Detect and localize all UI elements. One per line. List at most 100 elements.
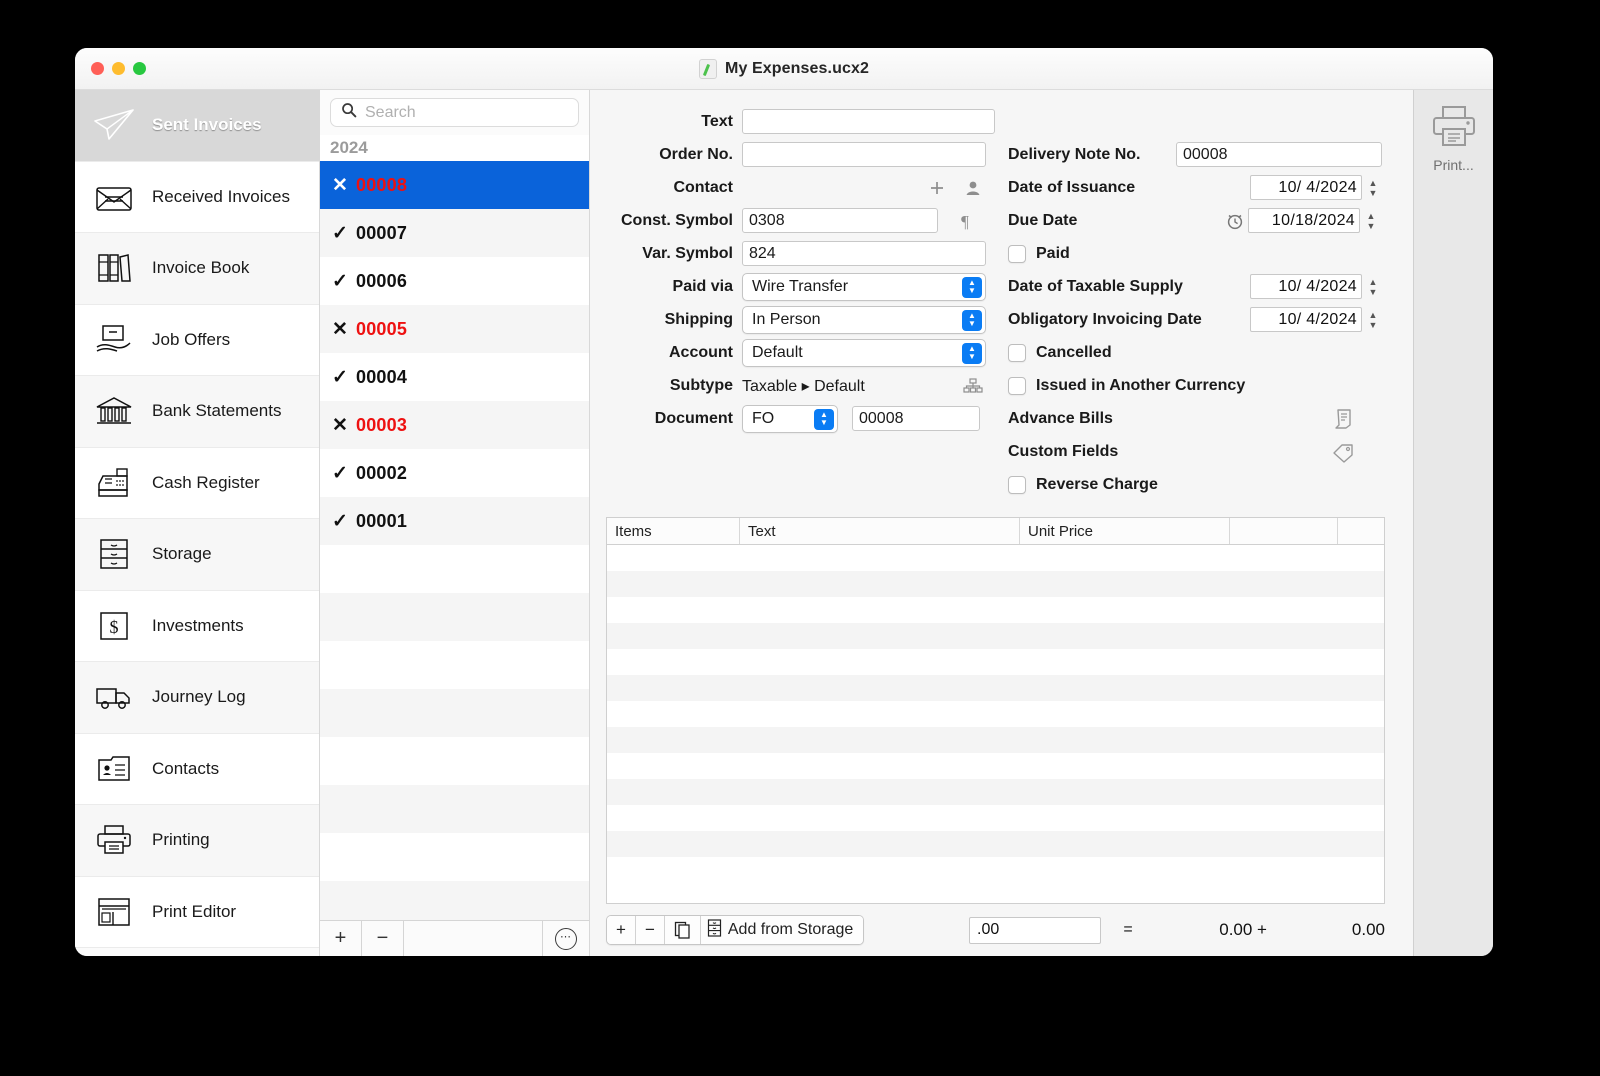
paid-checkbox[interactable] bbox=[1008, 244, 1026, 263]
document-type-select[interactable]: FO ▲ ▼ bbox=[742, 404, 838, 433]
reverse-charge-checkbox[interactable] bbox=[1008, 475, 1026, 494]
add-from-storage-button[interactable]: Add from Storage bbox=[700, 916, 864, 944]
sidebar-item-label: Investments bbox=[152, 615, 244, 635]
list-item[interactable]: ✓ 00006 bbox=[320, 257, 589, 305]
list-empty-row bbox=[320, 545, 589, 593]
minimize-button[interactable] bbox=[112, 62, 125, 75]
order-no-input[interactable] bbox=[742, 142, 986, 167]
delivery-note-input[interactable]: 00008 bbox=[1176, 142, 1382, 167]
contact-label: Contact bbox=[673, 178, 733, 196]
field-row-document: Document FO ▲ ▼ 00008 bbox=[602, 402, 995, 435]
sidebar-item-storage[interactable]: Storage bbox=[75, 519, 319, 591]
checkbox-row-paid[interactable]: Paid bbox=[1000, 237, 1413, 270]
order-no-label: Order No. bbox=[659, 145, 733, 163]
checkbox-row-another-currency[interactable]: Issued in Another Currency bbox=[1000, 369, 1413, 402]
sidebar-item-investments[interactable]: $ Investments bbox=[75, 590, 319, 662]
duplicate-item-button[interactable] bbox=[664, 916, 701, 944]
sidebar-item-cash-register[interactable]: Cash Register bbox=[75, 447, 319, 519]
sidebar-item-label: Job Offers bbox=[152, 329, 231, 349]
sidebar-item-invoice-book[interactable]: Invoice Book bbox=[75, 233, 319, 305]
taxable-supply-input[interactable]: 10/ 4/2024 bbox=[1250, 274, 1362, 299]
items-empty-row bbox=[607, 779, 1384, 805]
field-row-due-date: Due Date 10/18/2024 ▲ ▼ bbox=[1000, 204, 1413, 237]
another-currency-label: Issued in Another Currency bbox=[1036, 376, 1246, 394]
column-header-text[interactable]: Text bbox=[740, 518, 1020, 544]
form-left-column: Text Order No. Contact Const. Symbol 030… bbox=[590, 105, 995, 501]
list-item[interactable]: ✓ 00002 bbox=[320, 449, 589, 497]
tag-icon[interactable] bbox=[1330, 441, 1356, 463]
field-row-var-symbol: Var. Symbol 824 bbox=[602, 237, 995, 270]
drawers-icon bbox=[92, 537, 136, 571]
person-icon[interactable] bbox=[960, 179, 986, 197]
invoice-list[interactable]: 2024 ✕ 00008 ✓ 00007 ✓ 00006 ✕ 00005 ✓ 0… bbox=[320, 135, 589, 920]
checkbox-row-reverse-charge[interactable]: Reverse Charge bbox=[1000, 468, 1413, 501]
text-input[interactable] bbox=[742, 109, 995, 134]
list-empty-row bbox=[320, 833, 589, 881]
sidebar-item-contacts[interactable]: Contacts bbox=[75, 733, 319, 805]
sidebar-item-printing[interactable]: Printing bbox=[75, 805, 319, 877]
column-header-5[interactable] bbox=[1338, 518, 1384, 544]
column-header-unit-price[interactable]: Unit Price bbox=[1020, 518, 1230, 544]
another-currency-checkbox[interactable] bbox=[1008, 376, 1026, 395]
delivery-note-label: Delivery Note No. bbox=[1008, 145, 1141, 163]
list-item[interactable]: ✓ 00004 bbox=[320, 353, 589, 401]
items-empty-row bbox=[607, 701, 1384, 727]
field-row-shipping: Shipping In Person ▲ ▼ bbox=[602, 303, 995, 336]
more-options-button[interactable]: ⋯ bbox=[543, 921, 589, 956]
status-mark: ✕ bbox=[332, 414, 348, 436]
items-table[interactable]: Items Text Unit Price bbox=[606, 517, 1385, 904]
chevron-updown-icon: ▲ ▼ bbox=[962, 309, 982, 331]
remove-item-button[interactable]: − bbox=[635, 916, 665, 944]
close-button[interactable] bbox=[91, 62, 104, 75]
due-date-input[interactable]: 10/18/2024 bbox=[1248, 208, 1360, 233]
cancelled-checkbox[interactable] bbox=[1008, 343, 1026, 362]
date-issuance-stepper[interactable]: ▲ ▼ bbox=[1365, 175, 1381, 201]
subtype-value: Taxable ▸ Default bbox=[742, 377, 865, 395]
sidebar-item-print-editor[interactable]: Print Editor bbox=[75, 876, 319, 948]
const-symbol-input[interactable]: 0308 bbox=[742, 208, 938, 233]
alarm-clock-icon[interactable] bbox=[1222, 211, 1248, 231]
column-header-items[interactable]: Items bbox=[607, 518, 740, 544]
sidebar-item-bank-statements[interactable]: Bank Statements bbox=[75, 376, 319, 448]
amount-input[interactable]: .00 bbox=[969, 916, 1101, 944]
sidebar-item-job-offers[interactable]: Job Offers bbox=[75, 304, 319, 376]
hierarchy-icon[interactable] bbox=[960, 377, 986, 395]
date-issuance-input[interactable]: 10/ 4/2024 bbox=[1250, 175, 1362, 200]
bank-icon bbox=[92, 394, 136, 428]
list-group-header: 2024 bbox=[320, 135, 589, 161]
shipping-select[interactable]: In Person ▲ ▼ bbox=[742, 305, 986, 334]
account-select[interactable]: Default ▲ ▼ bbox=[742, 338, 986, 367]
due-date-stepper[interactable]: ▲ ▼ bbox=[1363, 208, 1379, 234]
zoom-button[interactable] bbox=[133, 62, 146, 75]
remove-invoice-button[interactable]: − bbox=[362, 921, 404, 956]
var-symbol-input[interactable]: 824 bbox=[742, 241, 986, 266]
sidebar-item-label: Printing bbox=[152, 830, 210, 850]
plus-icon[interactable] bbox=[924, 179, 950, 197]
account-label: Account bbox=[669, 343, 733, 361]
obligatory-input[interactable]: 10/ 4/2024 bbox=[1250, 307, 1362, 332]
add-invoice-button[interactable]: + bbox=[320, 921, 362, 956]
list-item[interactable]: ✕ 00005 bbox=[320, 305, 589, 353]
document-number-input[interactable]: 00008 bbox=[852, 406, 980, 431]
list-item[interactable]: ✕ 00008 bbox=[320, 161, 589, 209]
taxable-supply-label: Date of Taxable Supply bbox=[1008, 277, 1183, 295]
paid-via-select[interactable]: Wire Transfer ▲ ▼ bbox=[742, 272, 986, 301]
list-item[interactable]: ✕ 00003 bbox=[320, 401, 589, 449]
obligatory-stepper[interactable]: ▲ ▼ bbox=[1365, 307, 1381, 333]
field-row-subtype: Subtype Taxable ▸ Default bbox=[602, 369, 995, 402]
add-item-button[interactable]: + bbox=[607, 916, 636, 944]
checkbox-row-cancelled[interactable]: Cancelled bbox=[1000, 336, 1413, 369]
column-header-4[interactable] bbox=[1230, 518, 1338, 544]
receipt-icon[interactable] bbox=[1330, 408, 1356, 430]
list-item[interactable]: ✓ 00001 bbox=[320, 497, 589, 545]
pilcrow-icon[interactable]: ¶ bbox=[952, 212, 978, 230]
sidebar-item-journey-log[interactable]: Journey Log bbox=[75, 662, 319, 734]
sidebar-item-received-invoices[interactable]: Received Invoices bbox=[75, 161, 319, 233]
search-input[interactable]: Search bbox=[330, 98, 579, 127]
list-item[interactable]: ✓ 00007 bbox=[320, 209, 589, 257]
chevron-updown-icon: ▲ ▼ bbox=[962, 276, 982, 298]
chevron-updown-icon: ▲ ▼ bbox=[962, 342, 982, 364]
sidebar-item-sent-invoices[interactable]: Sent Invoices bbox=[75, 90, 319, 162]
taxable-supply-stepper[interactable]: ▲ ▼ bbox=[1365, 274, 1381, 300]
printer-icon[interactable] bbox=[1427, 104, 1481, 155]
